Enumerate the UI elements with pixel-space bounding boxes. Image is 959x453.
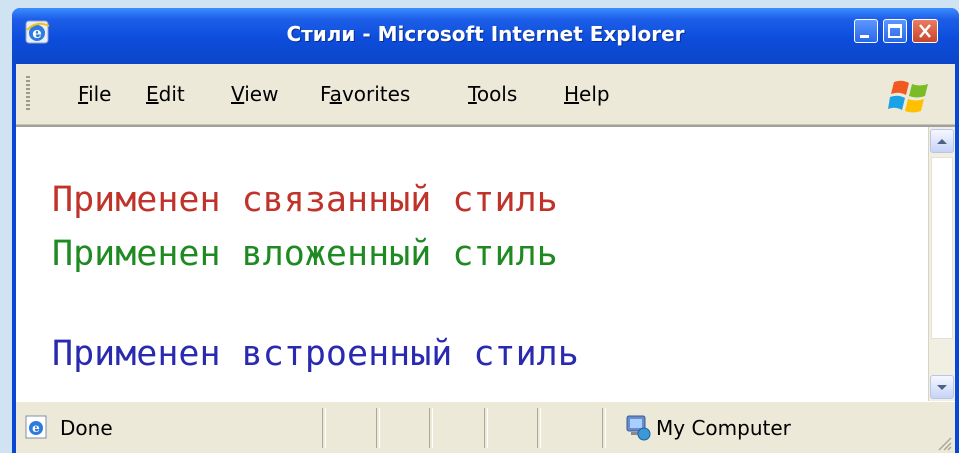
menu-edit-hotkey: E [146, 82, 159, 106]
vertical-scrollbar[interactable] [928, 127, 955, 401]
windows-logo-icon [888, 80, 928, 113]
menu-edit[interactable]: Edit [146, 82, 185, 106]
minimize-icon [860, 35, 869, 38]
menu-edit-label: dit [158, 82, 185, 106]
maximize-icon [888, 24, 902, 38]
status-separator [484, 408, 488, 448]
menu-file[interactable]: File [78, 82, 111, 106]
menu-tools[interactable]: Tools [468, 82, 517, 106]
browser-window: e Стили - Microsoft Internet Explorer Fi… [12, 8, 959, 453]
status-separator [376, 408, 380, 448]
menu-favorites-prefix: F [320, 82, 330, 106]
svg-text:e: e [32, 421, 40, 435]
menu-help-hotkey: H [564, 82, 580, 106]
security-zone-text: My Computer [656, 416, 791, 440]
menu-help[interactable]: Help [564, 82, 610, 106]
menu-file-hotkey: F [78, 82, 89, 106]
status-separator [602, 408, 606, 448]
menu-help-label: elp [579, 82, 610, 106]
status-bar: e Done My Computer [16, 401, 955, 453]
menu-tools-label: ools [476, 82, 518, 106]
close-button[interactable] [912, 19, 938, 43]
menu-file-label: ile [88, 82, 112, 106]
arrow-up-icon [937, 139, 947, 144]
status-separator [322, 408, 326, 448]
menu-favorites-hotkey: a [329, 82, 342, 106]
status-text: Done [60, 416, 113, 440]
menu-view-label: iew [244, 82, 279, 106]
linked-style-text: Применен связанный стиль [52, 180, 558, 220]
page-content: Применен связанный стиль Применен вложен… [16, 125, 955, 401]
menu-favorites-label: vorites [341, 82, 411, 106]
scroll-up-button[interactable] [930, 129, 954, 153]
resize-grip-icon[interactable] [935, 434, 953, 452]
status-separator [537, 408, 541, 448]
ie-page-icon: e [25, 415, 47, 439]
minimize-button[interactable] [854, 19, 878, 43]
window-title: Стили - Microsoft Internet Explorer [286, 22, 685, 46]
menu-view-hotkey: V [231, 82, 245, 106]
menu-favorites[interactable]: Favorites [320, 82, 410, 106]
my-computer-icon [626, 415, 651, 441]
maximize-button[interactable] [883, 19, 907, 43]
title-bar[interactable]: e Стили - Microsoft Internet Explorer [12, 8, 959, 64]
status-separator [429, 408, 433, 448]
arrow-down-icon [937, 385, 947, 390]
menu-view[interactable]: View [231, 82, 278, 106]
toolbar-grip[interactable] [26, 76, 30, 112]
close-icon [919, 24, 931, 38]
menu-bar: File Edit View Favorites Tools Help [16, 64, 955, 125]
menu-tools-hotkey: T [468, 82, 477, 106]
scroll-down-button[interactable] [930, 375, 954, 399]
inline-style-text: Применен встроенный стиль [52, 334, 579, 374]
nested-style-text: Применен вложенный стиль [52, 234, 558, 274]
scroll-track[interactable] [931, 157, 953, 339]
